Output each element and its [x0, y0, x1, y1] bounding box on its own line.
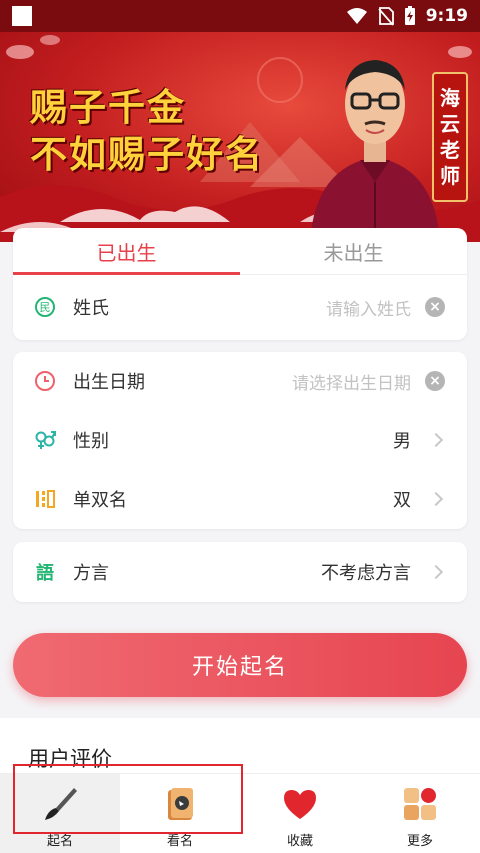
nav-item-more[interactable]: 更多	[360, 774, 480, 853]
surname-row[interactable]: 民 姓氏 请输入姓氏 ×	[13, 278, 467, 336]
name-length-row[interactable]: 单双名 双	[13, 470, 467, 528]
svg-text:語: 語	[36, 562, 54, 583]
nav-label: 更多	[406, 834, 433, 849]
gender-icon	[34, 429, 56, 451]
tab-born[interactable]: 已出生	[13, 228, 240, 274]
birth-date-clear-icon[interactable]: ×	[425, 371, 445, 391]
no-sim-icon	[378, 7, 394, 26]
highlight-box	[13, 764, 243, 834]
surname-card: 已出生 未出生 民 姓氏 请输入姓氏 ×	[13, 228, 467, 340]
battery-charging-icon	[404, 6, 415, 25]
seal-char: 云	[440, 112, 460, 136]
gender-label: 性别	[73, 431, 109, 452]
birth-status-tabs: 已出生 未出生	[13, 228, 467, 274]
birth-info-card: 出生日期 请选择出生日期 × 性别 男 单双名 双	[13, 352, 467, 529]
notification-icon	[12, 6, 32, 26]
dialect-card: 語 方言 不考虑方言	[13, 542, 467, 602]
name-length-icon	[34, 488, 56, 510]
dialect-label: 方言	[73, 563, 109, 584]
start-naming-button[interactable]: 开始起名	[13, 633, 467, 697]
svg-text:民: 民	[40, 301, 51, 314]
surname-input[interactable]: 请输入姓氏	[326, 295, 411, 320]
birth-date-row[interactable]: 出生日期 请选择出生日期 ×	[13, 352, 467, 410]
clock-time: 9:19	[425, 6, 468, 26]
teacher-seal: 海 云 老 师	[432, 72, 468, 202]
chevron-right-icon	[428, 491, 444, 507]
gender-row[interactable]: 性别 男	[13, 411, 467, 469]
clock-icon	[34, 370, 56, 392]
surname-label: 姓氏	[73, 298, 109, 319]
seal-char: 老	[440, 138, 460, 162]
tab-unborn[interactable]: 未出生	[240, 228, 467, 274]
status-bar: 9:19	[0, 0, 480, 32]
heart-icon	[284, 790, 316, 819]
teacher-portrait	[310, 60, 440, 242]
name-length-value: 双	[393, 490, 411, 511]
dialect-row[interactable]: 語 方言 不考虑方言	[13, 543, 467, 601]
chevron-right-icon	[428, 432, 444, 448]
nav-label: 收藏	[286, 834, 313, 849]
status-icons: 9:19	[346, 5, 468, 27]
grid-icon	[404, 788, 436, 820]
slogan-line-1: 赐子千金	[30, 85, 186, 129]
birth-date-label: 出生日期	[73, 372, 145, 393]
dialect-value: 不考虑方言	[321, 563, 411, 584]
active-tab-indicator	[13, 272, 240, 275]
chevron-right-icon	[428, 564, 444, 580]
slogan-line-2: 不如赐子好名	[30, 132, 264, 176]
promo-banner[interactable]: 赐子千金 不如赐子好名 海 云 老 师	[0, 32, 480, 242]
seal-char: 师	[440, 164, 460, 188]
surname-clear-icon[interactable]: ×	[425, 297, 445, 317]
surname-icon: 民	[34, 296, 56, 318]
birth-date-input[interactable]: 请选择出生日期	[292, 369, 411, 394]
nav-item-favorites[interactable]: 收藏	[240, 774, 360, 853]
seal-char: 海	[440, 86, 460, 110]
dialect-icon: 語	[34, 561, 56, 583]
gender-value: 男	[393, 431, 411, 452]
name-length-label: 单双名	[73, 490, 127, 511]
wifi-icon	[346, 8, 367, 24]
